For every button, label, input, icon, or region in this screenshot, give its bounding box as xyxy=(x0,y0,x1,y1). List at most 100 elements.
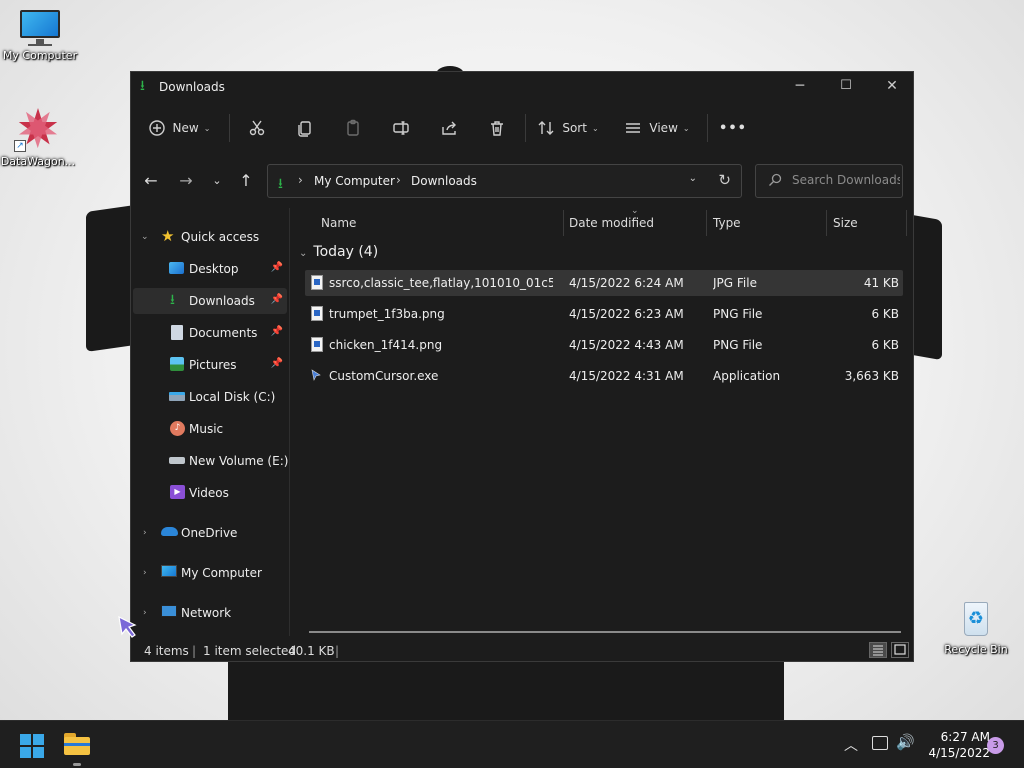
file-name: CustomCursor.exe xyxy=(329,369,439,383)
nav-label: Network xyxy=(181,606,232,620)
desktop-icon-recycle-bin[interactable]: ♻ Recycle Bin xyxy=(936,600,1016,656)
nav-network[interactable]: › Network xyxy=(133,600,287,626)
volume-icon[interactable]: 🔊 xyxy=(896,733,915,751)
nav-item-pictures[interactable]: Pictures 📌 xyxy=(133,352,287,378)
close-button[interactable]: ✕ xyxy=(869,72,915,102)
selection-size: 40.1 KB xyxy=(288,644,335,658)
status-separator: | xyxy=(192,644,197,658)
column-divider[interactable] xyxy=(706,210,707,236)
nav-onedrive[interactable]: › OneDrive xyxy=(133,520,287,546)
group-header-today[interactable]: ⌄ Today (4) xyxy=(299,244,378,260)
nav-item-videos[interactable]: ▶ Videos xyxy=(133,480,287,506)
delete-button[interactable] xyxy=(479,108,515,148)
nav-item-desktop[interactable]: Desktop 📌 xyxy=(133,256,287,282)
sort-indicator-icon: ⌄ xyxy=(631,206,639,216)
refresh-icon[interactable]: ↻ xyxy=(718,171,731,189)
chevron-down-icon[interactable]: ⌄ xyxy=(299,248,307,259)
chevron-right-icon[interactable]: › xyxy=(143,608,147,618)
address-row: ← → ⌄ ↑ ⭳ › My Computer › Downloads ⌄ ↻ xyxy=(131,164,913,200)
column-header-type[interactable]: Type xyxy=(713,208,741,238)
file-type: JPG File xyxy=(713,276,757,290)
star-icon: ★ xyxy=(161,227,175,245)
search-box[interactable] xyxy=(755,164,903,198)
column-divider[interactable] xyxy=(906,210,907,236)
address-bar[interactable]: ⭳ › My Computer › Downloads ⌄ ↻ xyxy=(267,164,742,198)
clock[interactable]: 6:27 AM 4/15/2022 xyxy=(918,729,990,761)
recycle-bin-icon: ♻ xyxy=(956,600,996,640)
nav-my-computer[interactable]: › My Computer xyxy=(133,560,287,586)
item-count: 4 items xyxy=(144,644,189,658)
file-type: PNG File xyxy=(713,338,763,352)
search-input[interactable] xyxy=(792,173,900,187)
forward-button[interactable]: → xyxy=(172,164,200,198)
desktop-icon-my-computer[interactable]: My Computer xyxy=(0,10,80,62)
nav-item-music[interactable]: ♪ Music xyxy=(133,416,287,442)
paste-button[interactable] xyxy=(335,108,371,148)
nav-label: Downloads xyxy=(189,294,255,308)
minimize-button[interactable]: ─ xyxy=(777,72,823,102)
chevron-down-icon: ⌄ xyxy=(682,123,690,133)
back-button[interactable]: ← xyxy=(137,164,165,198)
breadcrumb-separator: › xyxy=(396,173,401,187)
nav-item-documents[interactable]: Documents 📌 xyxy=(133,320,287,346)
column-header-size[interactable]: Size xyxy=(833,208,858,238)
large-icons-view-button[interactable] xyxy=(891,642,909,658)
share-button[interactable] xyxy=(431,108,467,148)
chevron-down-icon[interactable]: ⌄ xyxy=(689,173,697,184)
nav-item-downloads[interactable]: ⭳ Downloads 📌 xyxy=(133,288,287,314)
pin-icon[interactable]: 📌 xyxy=(271,326,283,337)
nav-item-new-volume-e[interactable]: New Volume (E:) xyxy=(133,448,288,474)
chevron-right-icon[interactable]: › xyxy=(143,528,147,538)
column-divider[interactable] xyxy=(826,210,827,236)
column-header-name[interactable]: Name xyxy=(321,208,356,238)
up-button[interactable]: ↑ xyxy=(232,164,260,198)
breadcrumb-my-computer[interactable]: My Computer xyxy=(314,174,395,188)
nav-item-local-disk-c[interactable]: Local Disk (C:) xyxy=(133,384,287,410)
rename-button[interactable] xyxy=(383,108,419,148)
breadcrumb-downloads[interactable]: Downloads xyxy=(411,174,477,188)
view-button[interactable]: View ⌄ xyxy=(621,108,693,148)
network-icon[interactable] xyxy=(872,736,888,750)
pin-icon[interactable]: 📌 xyxy=(271,358,283,369)
more-options-button[interactable]: ••• xyxy=(715,108,751,148)
column-header-date-modified[interactable]: Date modified xyxy=(569,208,654,238)
start-button[interactable] xyxy=(20,734,44,758)
pin-icon[interactable]: 📌 xyxy=(271,294,283,305)
trash-icon xyxy=(491,121,503,136)
pane-divider[interactable] xyxy=(289,208,290,636)
horizontal-scrollbar[interactable] xyxy=(309,631,901,633)
file-explorer-taskbar-button[interactable] xyxy=(64,733,90,755)
file-name: ssrco,classic_tee,flatlay,101010_01c5ca2… xyxy=(329,276,553,290)
chevron-right-icon[interactable]: › xyxy=(143,568,147,578)
cut-button[interactable] xyxy=(239,108,275,148)
pin-icon[interactable]: 📌 xyxy=(271,262,283,273)
chevron-down-icon[interactable]: ⌄ xyxy=(141,232,149,242)
file-row[interactable]: chicken_1f414.png 4/15/2022 4:43 AM PNG … xyxy=(305,332,903,358)
nav-label: Pictures xyxy=(189,358,237,372)
show-hidden-icons-chevron-icon[interactable]: ︿ xyxy=(844,735,858,755)
file-row[interactable]: trumpet_1f3ba.png 4/15/2022 6:23 AM PNG … xyxy=(305,301,903,327)
search-icon xyxy=(769,173,782,186)
group-label: Today (4) xyxy=(313,244,379,260)
nav-quick-access[interactable]: ⌄ ★ Quick access xyxy=(133,224,287,250)
file-row[interactable]: ssrco,classic_tee,flatlay,101010_01c5ca2… xyxy=(305,270,903,296)
nav-label: OneDrive xyxy=(181,526,238,540)
file-row[interactable]: CustomCursor.exe 4/15/2022 4:31 AM Appli… xyxy=(305,363,903,389)
nav-label: My Computer xyxy=(181,566,262,580)
recent-locations-button[interactable]: ⌄ xyxy=(203,164,231,198)
file-list: Name Date modified ⌄ Type Size ⌄ Today (4… xyxy=(295,206,911,636)
title-bar[interactable]: ⭳ Downloads ─ ☐ ✕ xyxy=(131,72,913,102)
file-type: Application xyxy=(713,369,781,383)
details-view-button[interactable] xyxy=(869,642,887,658)
windows-logo-icon xyxy=(20,734,31,745)
sort-button[interactable]: Sort ⌄ xyxy=(533,108,603,148)
copy-button[interactable] xyxy=(287,108,323,148)
column-divider[interactable] xyxy=(563,210,564,236)
drive-icon xyxy=(169,392,185,401)
explorer-window: ⭳ Downloads ─ ☐ ✕ New ⌄ Sort ⌄ View ⌄ ••… xyxy=(130,71,914,662)
new-button[interactable]: New ⌄ xyxy=(143,108,215,148)
nav-label: Videos xyxy=(189,486,229,500)
maximize-button[interactable]: ☐ xyxy=(823,72,869,102)
notification-badge[interactable]: 3 xyxy=(987,737,1004,754)
desktop-icon-datawagon[interactable]: ↗ DataWagon... xyxy=(0,104,78,168)
